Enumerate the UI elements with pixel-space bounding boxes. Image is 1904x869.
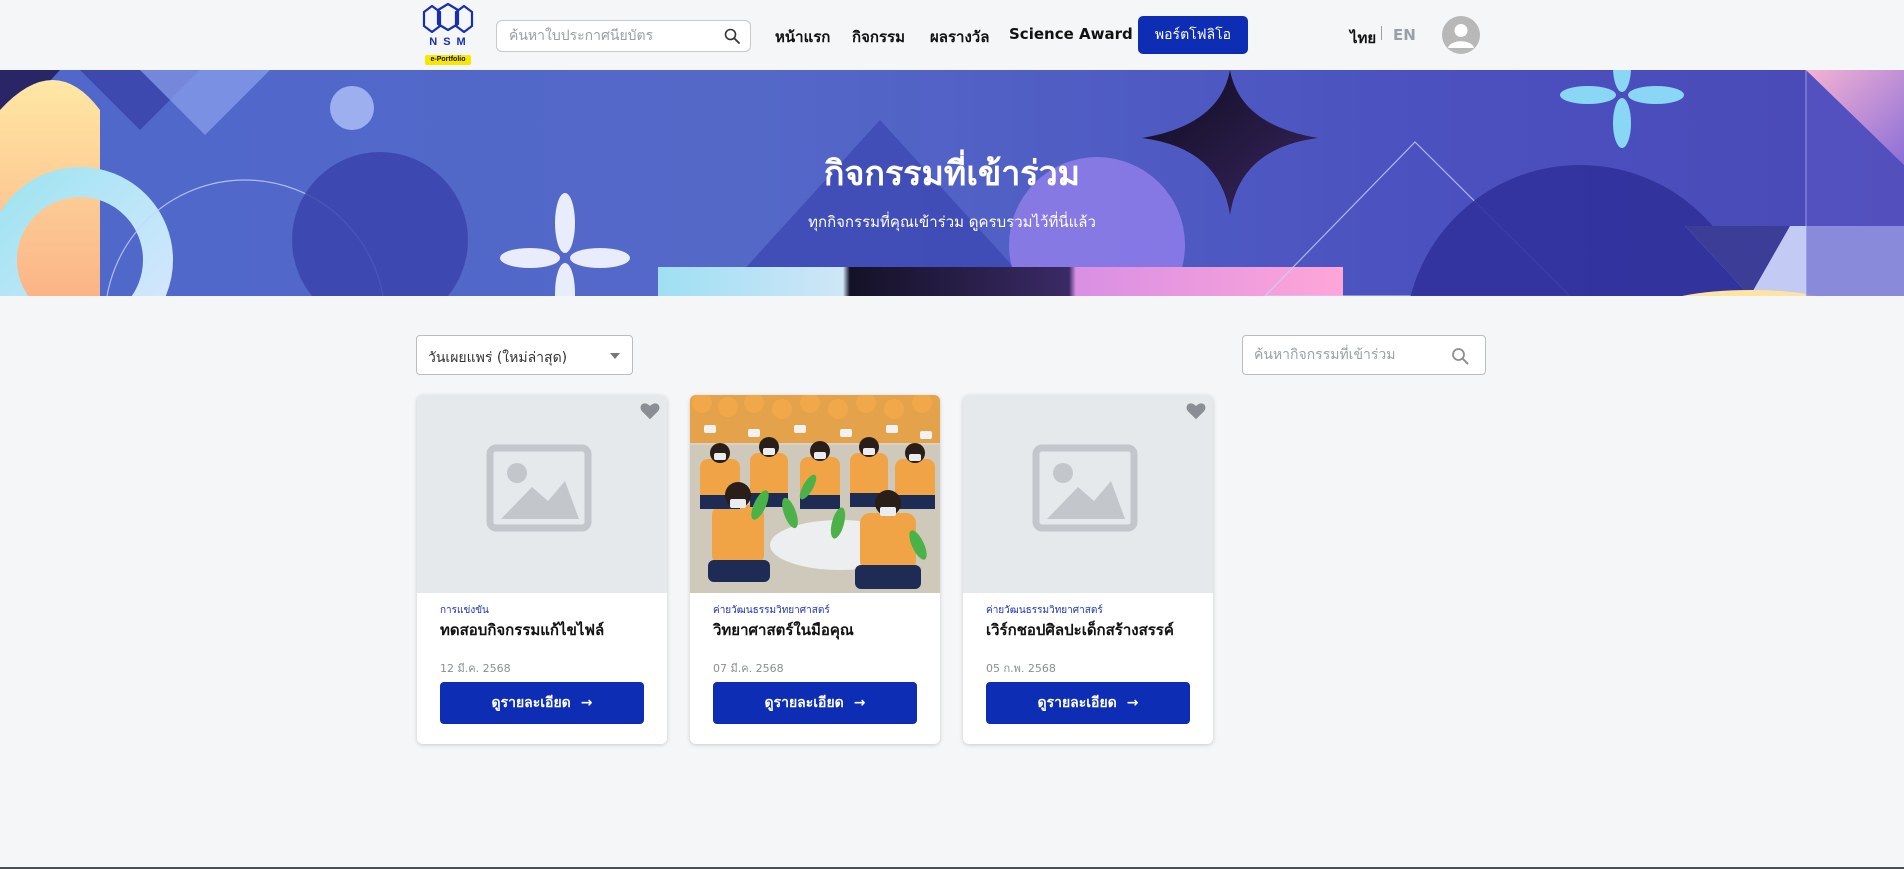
placeholder-image-icon bbox=[1032, 444, 1138, 532]
view-details-button[interactable]: ดูรายละเอียด → bbox=[713, 682, 917, 724]
sort-select[interactable]: วันเผยแพร่ (ใหม่ล่าสุด) bbox=[416, 335, 633, 375]
lang-th-toggle[interactable]: ไทย bbox=[1350, 26, 1376, 50]
nav-science-award[interactable]: Science Award bbox=[1009, 25, 1133, 43]
card-image bbox=[690, 395, 940, 593]
arrow-right-icon: → bbox=[853, 695, 866, 711]
card-date: 07 มี.ค. 2568 bbox=[713, 662, 784, 675]
page-title: กิจกรรมที่เข้าร่วม bbox=[823, 154, 1081, 194]
certificate-search bbox=[496, 20, 751, 52]
activity-search bbox=[1242, 335, 1486, 375]
view-details-label: ดูรายละเอียด bbox=[491, 695, 571, 711]
arrow-right-icon: → bbox=[1126, 695, 1139, 711]
arrow-right-icon: → bbox=[580, 695, 593, 711]
card-date: 12 มี.ค. 2568 bbox=[440, 662, 511, 675]
heart-icon[interactable] bbox=[639, 400, 661, 422]
view-details-button[interactable]: ดูรายละเอียด → bbox=[986, 682, 1190, 724]
lang-divider bbox=[1381, 26, 1382, 40]
view-details-label: ดูรายละเอียด bbox=[764, 695, 844, 711]
card-image bbox=[963, 395, 1213, 593]
card-title: ทดสอบกิจกรรมแก้ไขไฟล์ bbox=[440, 621, 605, 639]
sort-select-value: วันเผยแพร่ (ใหม่ล่าสุด) bbox=[428, 350, 568, 366]
top-header: NSM e-Portfolio หน้าแรก กิจกรรม ผลรางวัล… bbox=[0, 0, 1904, 70]
card-category: การแข่งขัน bbox=[440, 605, 489, 616]
nav-home[interactable]: หน้าแรก bbox=[775, 25, 830, 49]
logo-badge: e-Portfolio bbox=[425, 55, 471, 65]
nsm-logo[interactable]: NSM e-Portfolio bbox=[420, 2, 476, 66]
logo-text: NSM bbox=[429, 36, 472, 48]
portfolio-button[interactable]: พอร์ตโฟลิโอ bbox=[1138, 16, 1248, 54]
card-image bbox=[417, 395, 667, 593]
lang-en-toggle[interactable]: EN bbox=[1393, 26, 1416, 44]
activity-card[interactable]: การแข่งขัน ทดสอบกิจกรรมแก้ไขไฟล์ 12 มี.ค… bbox=[417, 395, 667, 744]
search-icon[interactable] bbox=[1451, 347, 1469, 365]
nav-awards[interactable]: ผลรางวัล bbox=[930, 25, 989, 49]
activity-card[interactable]: ค่ายวัฒนธรรมวิทยาศาสตร์ เวิร์กชอปศิลปะเด… bbox=[963, 395, 1213, 744]
search-icon[interactable] bbox=[724, 28, 740, 44]
chevron-down-icon bbox=[610, 353, 620, 359]
hero-banner: กิจกรรมที่เข้าร่วม ทุกกิจกรรมที่คุณเข้าร… bbox=[0, 70, 1904, 296]
students-photo bbox=[690, 395, 940, 593]
nsm-logo-mark-icon bbox=[422, 2, 474, 34]
certificate-search-input[interactable] bbox=[497, 21, 712, 51]
nav-activities[interactable]: กิจกรรม bbox=[852, 25, 905, 49]
user-avatar[interactable] bbox=[1442, 16, 1480, 54]
heart-icon[interactable] bbox=[1185, 400, 1207, 422]
activity-card[interactable]: ค่ายวัฒนธรรมวิทยาศาสตร์ วิทยาศาสตร์ในมือ… bbox=[690, 395, 940, 744]
user-icon bbox=[1448, 24, 1474, 48]
view-details-label: ดูรายละเอียด bbox=[1037, 695, 1117, 711]
page-subtitle: ทุกกิจกรรมที่คุณเข้าร่วม ดูครบรวมไว้ที่น… bbox=[808, 213, 1096, 231]
card-title: วิทยาศาสตร์ในมือคุณ bbox=[713, 621, 854, 639]
activity-search-input[interactable] bbox=[1243, 336, 1443, 374]
card-date: 05 ก.พ. 2568 bbox=[986, 662, 1056, 675]
card-category: ค่ายวัฒนธรรมวิทยาศาสตร์ bbox=[713, 605, 830, 616]
card-title: เวิร์กชอปศิลปะเด็กสร้างสรรค์ bbox=[986, 621, 1174, 639]
placeholder-image-icon bbox=[486, 444, 592, 532]
card-category: ค่ายวัฒนธรรมวิทยาศาสตร์ bbox=[986, 605, 1103, 616]
view-details-button[interactable]: ดูรายละเอียด → bbox=[440, 682, 644, 724]
